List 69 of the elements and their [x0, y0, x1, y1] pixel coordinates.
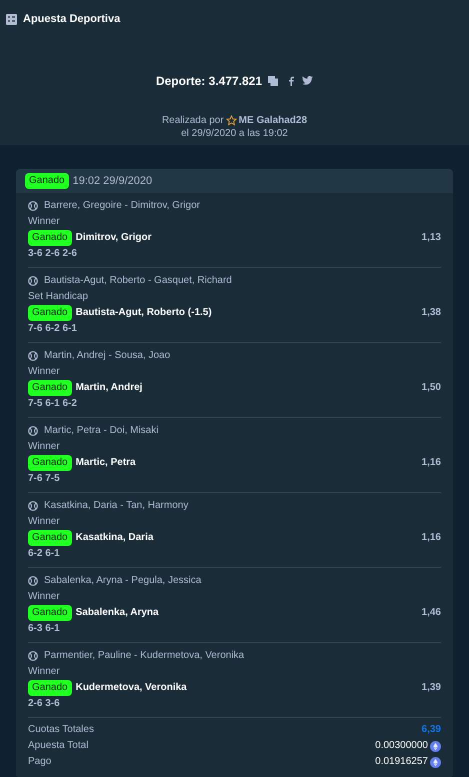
facebook-icon[interactable]	[288, 76, 294, 86]
score: 7-6 7-5	[28, 472, 61, 486]
selection-name: Kasatkina, Daria	[76, 531, 154, 545]
summary-value: 6,39	[422, 723, 441, 737]
odds: 1,16	[422, 531, 441, 545]
odds: 1,50	[422, 381, 441, 395]
score: 3-6 2-6 2-6	[28, 247, 78, 261]
summary-value: 0.01916257	[375, 755, 428, 769]
tennis-ball-icon	[28, 426, 38, 436]
status-badge: Ganado	[28, 305, 72, 321]
odds: 1,46	[422, 606, 441, 620]
copy-icon[interactable]	[268, 76, 278, 86]
selection-name: Martic, Petra	[76, 456, 136, 470]
coin-icon	[430, 740, 441, 752]
summary-value: 0.00300000	[375, 739, 428, 753]
market-name: Set Handicap	[28, 290, 90, 304]
status-badge: Ganado	[25, 173, 69, 189]
selection-name: Martin, Andrej	[76, 381, 142, 395]
tennis-ball-icon	[28, 651, 38, 661]
score: 6-3 6-1	[28, 622, 61, 636]
list-icon	[6, 14, 17, 25]
market-name: Winner	[28, 665, 61, 679]
username-link[interactable]: ME Galahad28	[238, 114, 308, 126]
window-title: Apuesta Deportiva	[23, 12, 120, 27]
placed-by-label: Realizada por	[162, 114, 224, 126]
market-name: Winner	[28, 215, 61, 229]
event-name: Sabalenka, Aryna - Pegula, Jessica	[44, 574, 202, 588]
star-icon	[226, 114, 237, 126]
tennis-ball-icon	[28, 276, 38, 286]
event-name: Bautista-Agut, Roberto - Gasquet, Richard	[44, 274, 232, 288]
summary-label: Pago	[28, 755, 52, 769]
status-badge: Ganado	[28, 680, 72, 696]
event-name: Barrere, Gregoire - Dimitrov, Grigor	[44, 199, 200, 213]
score: 7-6 6-2 6-1	[28, 322, 78, 336]
event-name: Parmentier, Pauline - Kudermetova, Veronika	[44, 649, 244, 663]
odds: 1,38	[422, 306, 441, 320]
score: 7-5 6-1 6-2	[28, 397, 78, 411]
status-badge: Ganado	[28, 230, 72, 246]
market-name: Winner	[28, 365, 61, 379]
summary-label: Cuotas Totales	[28, 723, 94, 737]
selection-name: Kudermetova, Veronika	[76, 681, 187, 695]
odds: 1,13	[422, 231, 441, 245]
market-name: Winner	[28, 440, 61, 454]
market-name: Winner	[28, 590, 61, 604]
selection-name: Sabalenka, Aryna	[76, 606, 159, 620]
status-badge: Ganado	[28, 455, 72, 471]
event-name: Kasatkina, Daria - Tan, Harmony	[44, 499, 188, 513]
market-name: Winner	[28, 515, 61, 529]
odds: 1,39	[422, 681, 441, 695]
odds: 1,16	[422, 456, 441, 470]
tennis-ball-icon	[28, 501, 38, 511]
placed-date: el 29/9/2020 a las 19:02	[181, 126, 288, 140]
event-name: Martin, Andrej - Sousa, Joao	[44, 349, 170, 363]
selection-name: Dimitrov, Grigor	[76, 231, 152, 245]
status-badge: Ganado	[28, 380, 72, 396]
status-badge: Ganado	[28, 530, 72, 546]
event-name: Martic, Petra - Doi, Misaki	[44, 424, 158, 438]
score: 6-2 6-1	[28, 547, 61, 561]
tennis-ball-icon	[28, 576, 38, 586]
score: 2-6 3-6	[28, 697, 61, 711]
status-badge: Ganado	[28, 605, 72, 621]
tennis-ball-icon	[28, 351, 38, 361]
selection-name: Bautista-Agut, Roberto (-1.5)	[76, 306, 212, 320]
tennis-ball-icon	[28, 201, 38, 211]
twitter-icon[interactable]	[302, 76, 314, 85]
bet-time: 19:02 29/9/2020	[72, 174, 152, 189]
bet-id: Deporte: 3.477.821	[156, 72, 262, 90]
summary-label: Apuesta Total	[28, 739, 88, 753]
coin-icon	[430, 756, 441, 768]
